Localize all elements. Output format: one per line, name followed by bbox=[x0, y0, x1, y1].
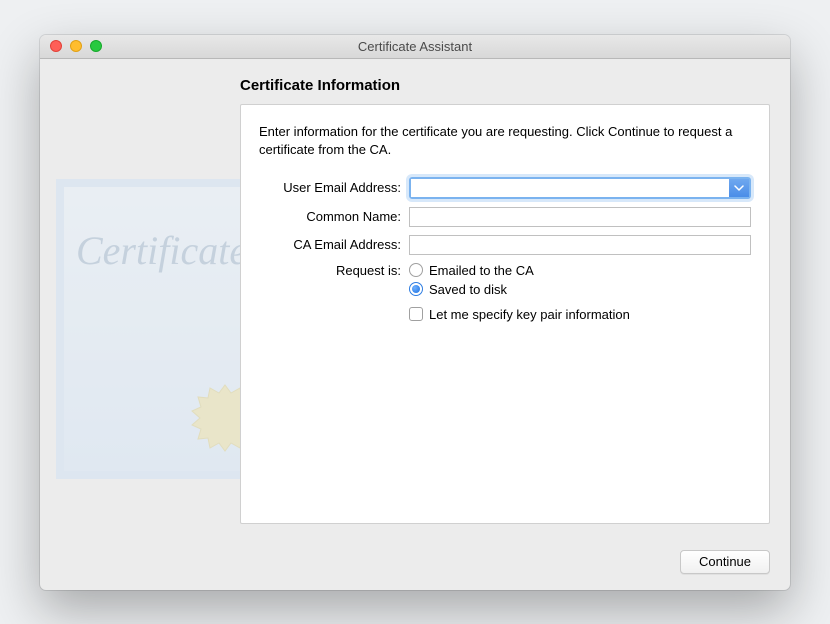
keypair-checkbox-label: Let me specify key pair information bbox=[429, 307, 630, 322]
minimize-icon[interactable] bbox=[70, 40, 82, 52]
titlebar[interactable]: Certificate Assistant bbox=[40, 35, 790, 59]
radio-saved-label: Saved to disk bbox=[429, 282, 507, 297]
user-email-combo[interactable] bbox=[409, 177, 751, 199]
user-email-input[interactable] bbox=[411, 179, 729, 197]
radio-emailed-label: Emailed to the CA bbox=[429, 263, 534, 278]
form-panel: Enter information for the certificate yo… bbox=[240, 104, 770, 524]
footer: Continue bbox=[40, 538, 790, 590]
instructions-text: Enter information for the certificate yo… bbox=[259, 123, 751, 159]
user-email-row: User Email Address: bbox=[259, 177, 751, 199]
radio-icon bbox=[409, 263, 423, 277]
traffic-lights bbox=[40, 40, 102, 52]
ca-email-input[interactable] bbox=[409, 235, 751, 255]
ca-email-row: CA Email Address: bbox=[259, 235, 751, 255]
radio-icon bbox=[409, 282, 423, 296]
ca-email-label: CA Email Address: bbox=[259, 237, 409, 252]
certificate-script-text: Certificate bbox=[76, 227, 247, 274]
request-is-row: Request is: Emailed to the CA Saved to d… bbox=[259, 263, 751, 322]
radio-emailed[interactable]: Emailed to the CA bbox=[409, 263, 751, 278]
continue-button[interactable]: Continue bbox=[680, 550, 770, 574]
request-is-label: Request is: bbox=[259, 263, 409, 278]
common-name-label: Common Name: bbox=[259, 209, 409, 224]
user-email-dropdown-button[interactable] bbox=[729, 179, 749, 197]
radio-saved[interactable]: Saved to disk bbox=[409, 282, 751, 297]
content: Certificate Certificate Information Ente… bbox=[40, 59, 790, 538]
window-title: Certificate Assistant bbox=[40, 39, 790, 54]
maximize-icon[interactable] bbox=[90, 40, 102, 52]
close-icon[interactable] bbox=[50, 40, 62, 52]
common-name-input[interactable] bbox=[409, 207, 751, 227]
window: Certificate Assistant Certificate Certif… bbox=[40, 35, 790, 590]
keypair-checkbox-item[interactable]: Let me specify key pair information bbox=[409, 307, 751, 322]
request-is-group: Emailed to the CA Saved to disk Let me s… bbox=[409, 263, 751, 322]
checkbox-icon bbox=[409, 307, 423, 321]
user-email-label: User Email Address: bbox=[259, 180, 409, 195]
section-title: Certificate Information bbox=[240, 77, 770, 94]
chevron-down-icon bbox=[734, 184, 744, 192]
common-name-row: Common Name: bbox=[259, 207, 751, 227]
